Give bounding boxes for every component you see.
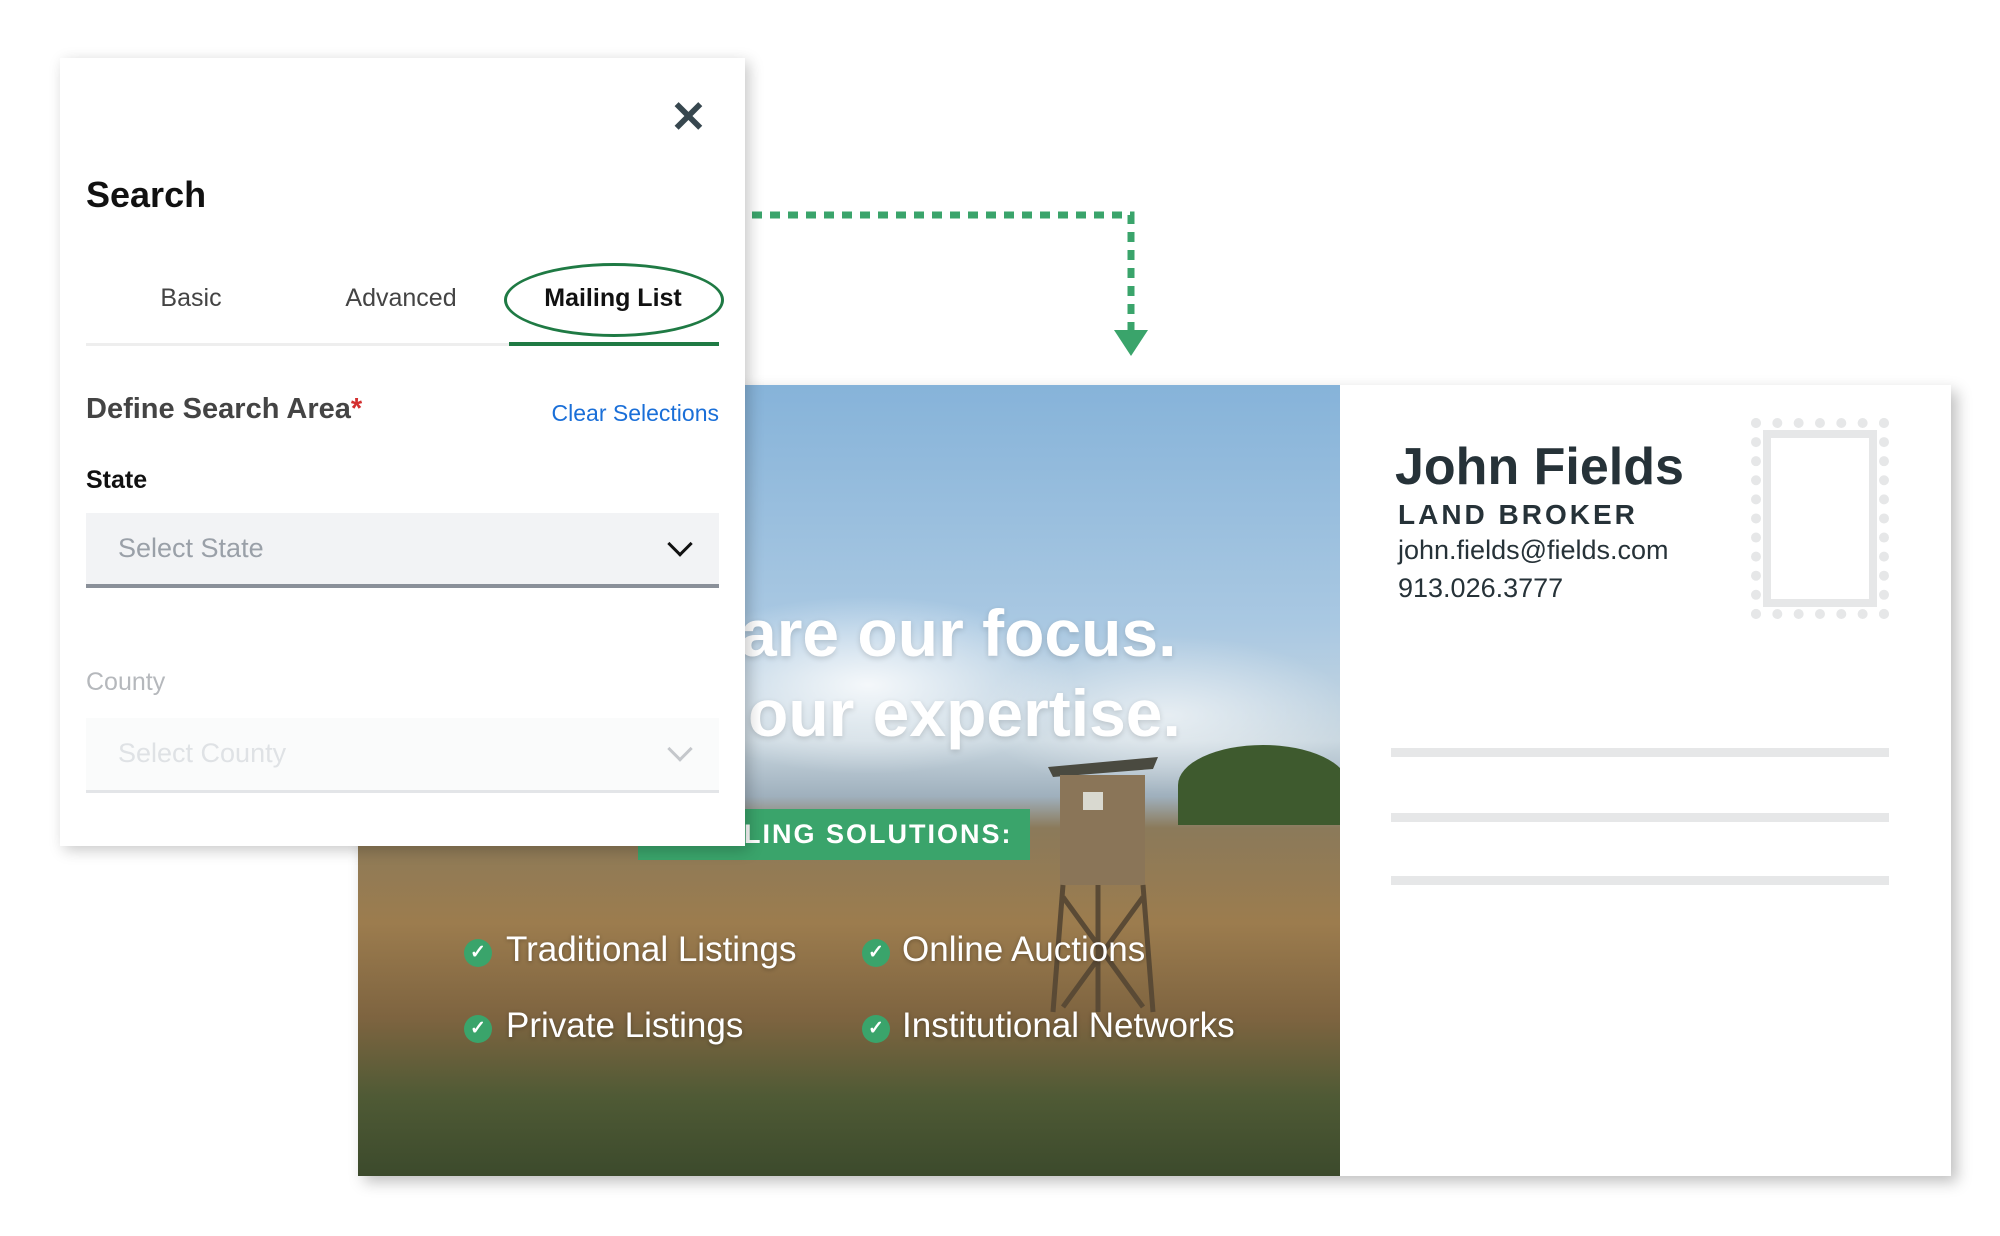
panel-title: Search: [86, 174, 207, 215]
state-label: State: [86, 466, 148, 494]
county-label: County: [86, 668, 166, 696]
tab-advanced[interactable]: Advanced: [345, 284, 456, 313]
address-line: [1391, 748, 1889, 757]
feature-item: Institutional Networks: [902, 1006, 1235, 1045]
chevron-down-icon: [667, 736, 693, 762]
contact-phone: 913.026.3777: [1398, 573, 1564, 603]
section-title-text: Define Search Area: [86, 393, 351, 425]
headline-line-2: our expertise.: [748, 676, 1181, 750]
active-tab-indicator: [509, 342, 719, 346]
check-circle-icon: ✓: [862, 939, 890, 967]
highlight-ellipse: [504, 263, 724, 337]
county-select[interactable]: Select County: [86, 718, 719, 793]
required-mark: *: [350, 393, 363, 425]
clear-selections-link[interactable]: Clear Selections: [552, 400, 719, 427]
state-select[interactable]: Select State: [86, 513, 719, 588]
check-circle-icon: ✓: [464, 1015, 492, 1043]
check-circle-icon: ✓: [464, 939, 492, 967]
stamp-icon: [1751, 418, 1889, 619]
search-panel: ✕ Search Basic Advanced Mailing List Def…: [60, 58, 745, 846]
headline-line-1: are our focus.: [740, 596, 1177, 670]
section-title: Define Search Area*: [86, 393, 362, 426]
feature-item: Private Listings: [506, 1006, 744, 1045]
feature-item: Traditional Listings: [506, 930, 797, 969]
check-circle-icon: ✓: [862, 1015, 890, 1043]
trees: [1178, 745, 1340, 825]
close-icon[interactable]: ✕: [670, 92, 707, 143]
tab-basic[interactable]: Basic: [160, 284, 221, 313]
address-line: [1391, 876, 1889, 885]
state-placeholder: Select State: [118, 533, 264, 563]
contact-name: John Fields: [1395, 438, 1684, 496]
hunting-tower-image: [1048, 757, 1158, 1013]
contact-email: john.fields@fields.com: [1398, 535, 1669, 565]
address-line: [1391, 813, 1889, 822]
chevron-down-icon: [667, 531, 693, 557]
contact-role: LAND BROKER: [1398, 499, 1638, 530]
county-placeholder: Select County: [118, 738, 287, 768]
feature-item: Online Auctions: [902, 930, 1146, 969]
